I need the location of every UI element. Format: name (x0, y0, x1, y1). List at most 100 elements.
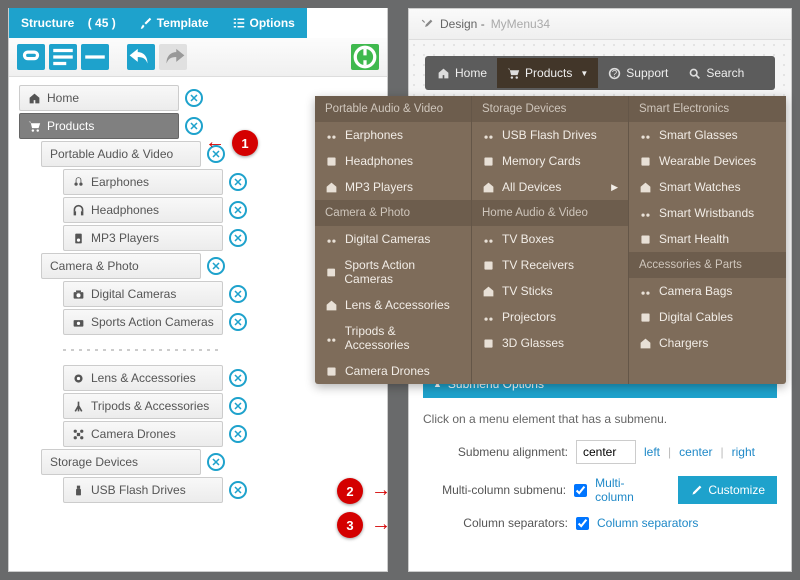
item-icon (325, 266, 337, 279)
align-input[interactable] (576, 440, 636, 464)
tree-item[interactable]: Camera Drones (63, 421, 223, 447)
tree-item[interactable]: Camera & Photo (41, 253, 201, 279)
tree-item-label: Headphones (91, 203, 159, 217)
tree-item[interactable]: MP3 Players (63, 225, 223, 251)
delete-button[interactable]: ✕ (229, 313, 247, 331)
delete-button[interactable]: ✕ (229, 481, 247, 499)
undo-button[interactable] (127, 44, 155, 70)
align-center-link[interactable]: center (679, 445, 712, 459)
mega-item[interactable]: Camera Drones (315, 358, 471, 384)
drone-icon (72, 428, 85, 441)
tree-item[interactable]: Lens & Accessories (63, 365, 223, 391)
delete-button[interactable]: ✕ (229, 229, 247, 247)
delete-button[interactable]: ✕ (229, 201, 247, 219)
text-button[interactable] (49, 44, 77, 70)
tree-item[interactable]: Home (19, 85, 179, 111)
mega-item[interactable]: Chargers (629, 330, 786, 356)
item-icon (639, 129, 652, 142)
mega-item[interactable]: TV Sticks (472, 278, 628, 304)
mega-item[interactable]: Digital Cameras (315, 226, 471, 252)
mega-item[interactable]: Smart Watches (629, 174, 786, 200)
mega-column: Storage DevicesUSB Flash DrivesMemory Ca… (472, 96, 629, 384)
menu-search[interactable]: Search (678, 58, 754, 88)
mega-item[interactable]: Memory Cards (472, 148, 628, 174)
chevron-down-icon: ▼ (580, 69, 588, 78)
left-tabs: Structure ( 45 ) Template Options (9, 8, 387, 38)
mega-item[interactable]: 3D Glasses (472, 330, 628, 356)
item-icon (482, 259, 495, 272)
mega-item[interactable]: Wearable Devices (629, 148, 786, 174)
menu-home[interactable]: Home (427, 58, 497, 88)
tree-item[interactable]: Storage Devices (41, 449, 201, 475)
mega-column: Smart ElectronicsSmart GlassesWearable D… (629, 96, 786, 384)
item-icon (325, 155, 338, 168)
mega-item[interactable]: Earphones (315, 122, 471, 148)
delete-button[interactable]: ✕ (229, 285, 247, 303)
item-icon (325, 365, 338, 378)
sep-checkbox[interactable] (576, 517, 589, 530)
tree-item[interactable]: Sports Action Cameras (63, 309, 223, 335)
tree-item[interactable]: Digital Cameras (63, 281, 223, 307)
camera2-icon (72, 316, 85, 329)
multi-checkbox[interactable] (574, 484, 587, 497)
delete-button[interactable]: ✕ (207, 257, 225, 275)
item-icon (325, 181, 338, 194)
separator-button[interactable] (81, 44, 109, 70)
tab-template[interactable]: Template (128, 8, 221, 38)
mega-item[interactable]: Smart Wristbands (629, 200, 786, 226)
delete-button[interactable]: ✕ (229, 425, 247, 443)
delete-button[interactable]: ✕ (207, 453, 225, 471)
tree-item-label: Digital Cameras (91, 287, 176, 301)
mega-column: Portable Audio & VideoEarphonesHeadphone… (315, 96, 472, 384)
mega-item[interactable]: TV Boxes (472, 226, 628, 252)
mega-item[interactable]: Smart Health (629, 226, 786, 252)
tree-item[interactable]: USB Flash Drives (63, 477, 223, 503)
tab-options[interactable]: Options (221, 8, 307, 38)
mega-item[interactable]: USB Flash Drives (472, 122, 628, 148)
sep-link[interactable]: Column separators (597, 516, 698, 530)
item-icon (325, 299, 338, 312)
mega-item[interactable]: MP3 Players (315, 174, 471, 200)
link-button[interactable] (17, 44, 45, 70)
mega-item[interactable]: Tripods & Accessories (315, 318, 471, 358)
align-left-link[interactable]: left (644, 445, 660, 459)
cart-icon (507, 67, 520, 80)
callout-2: 2 (337, 478, 363, 504)
tree-item[interactable]: Portable Audio & Video (41, 141, 201, 167)
mega-item[interactable]: Lens & Accessories (315, 292, 471, 318)
design-header: Design - MyMenu34 (409, 9, 791, 40)
brush-icon (140, 17, 152, 29)
mega-item[interactable]: Sports Action Cameras (315, 252, 471, 292)
menu-support[interactable]: ?Support (598, 58, 678, 88)
delete-button[interactable]: ✕ (185, 117, 203, 135)
item-icon (482, 181, 495, 194)
apply-button[interactable] (351, 44, 379, 70)
delete-button[interactable]: ✕ (185, 89, 203, 107)
callout-3: 3 (337, 512, 363, 538)
customize-button[interactable]: Customize (678, 476, 777, 504)
mega-item[interactable]: Headphones (315, 148, 471, 174)
tab-structure[interactable]: Structure ( 45 ) (9, 8, 128, 38)
delete-button[interactable]: ✕ (229, 397, 247, 415)
redo-button[interactable] (159, 44, 187, 70)
mega-item[interactable]: Smart Glasses (629, 122, 786, 148)
multi-link[interactable]: Multi-column (595, 476, 662, 504)
menu-products[interactable]: Products▼ (497, 58, 598, 88)
mega-item[interactable]: Digital Cables (629, 304, 786, 330)
mega-item[interactable]: Projectors (472, 304, 628, 330)
tree-item-label: Camera & Photo (50, 259, 139, 273)
tools-icon (421, 18, 434, 31)
mega-item[interactable]: Camera Bags (629, 278, 786, 304)
delete-button[interactable]: ✕ (229, 369, 247, 387)
camera-icon (72, 288, 85, 301)
tree-item[interactable]: Tripods & Accessories (63, 393, 223, 419)
align-right-link[interactable]: right (732, 445, 755, 459)
mega-item[interactable]: All Devices▶ (472, 174, 628, 200)
home-icon (437, 67, 450, 80)
tree-item[interactable]: Products (19, 113, 179, 139)
mega-item[interactable]: TV Receivers (472, 252, 628, 278)
tree-item[interactable]: Earphones (63, 169, 223, 195)
delete-button[interactable]: ✕ (229, 173, 247, 191)
search-icon (688, 67, 701, 80)
tree-item[interactable]: Headphones (63, 197, 223, 223)
